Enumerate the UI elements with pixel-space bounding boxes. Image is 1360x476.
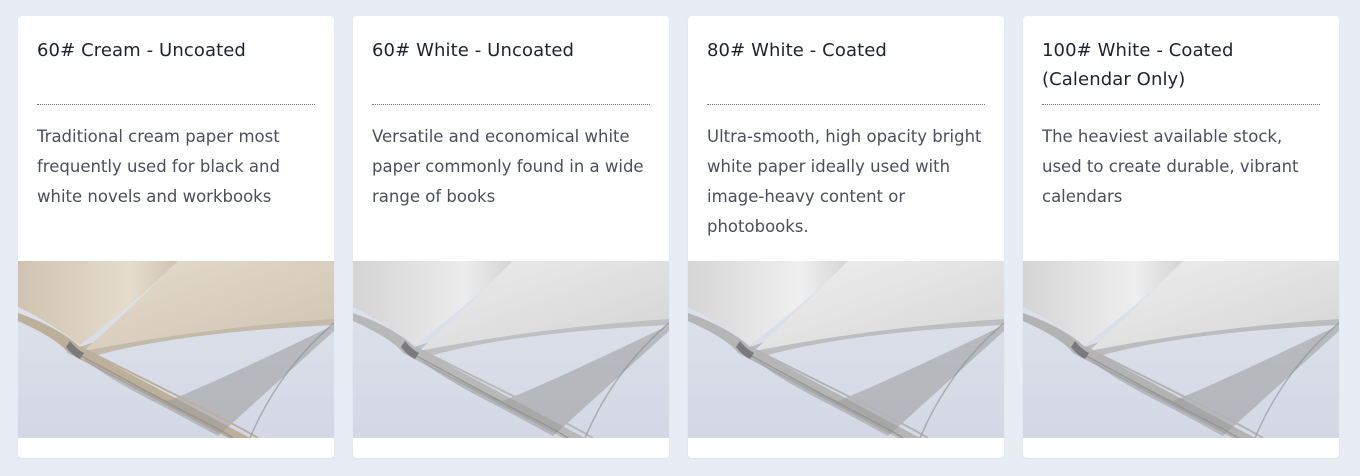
card-description: Traditional cream paper most frequently … — [37, 127, 280, 206]
paper-card-100-white-coated[interactable]: 100# White - Coated (Calendar Only) The … — [1023, 16, 1339, 458]
open-book-image — [1023, 261, 1339, 438]
open-book-image — [18, 261, 334, 438]
paper-card-60-cream[interactable]: 60# Cream - Uncoated Traditional cream p… — [18, 16, 334, 458]
paper-card-80-white-coated[interactable]: 80# White - Coated Ultra-smooth, high op… — [688, 16, 1004, 458]
card-divider — [1042, 104, 1320, 105]
open-book-image — [353, 261, 669, 438]
card-title: 60# Cream - Uncoated — [37, 40, 246, 61]
card-description: Versatile and economical white paper com… — [372, 127, 644, 206]
card-divider — [707, 104, 985, 105]
card-description: The heaviest available stock, used to cr… — [1042, 127, 1299, 206]
card-divider — [37, 104, 315, 105]
open-book-image — [688, 261, 1004, 438]
card-description: Ultra-smooth, high opacity bright white … — [707, 127, 982, 236]
card-title: 80# White - Coated — [707, 40, 887, 61]
paper-card-60-white[interactable]: 60# White - Uncoated Versatile and econo… — [353, 16, 669, 458]
card-title: 60# White - Uncoated — [372, 40, 575, 61]
card-title: 100# White - Coated (Calendar Only) — [1042, 40, 1234, 90]
paper-options-grid: 60# Cream - Uncoated Traditional cream p… — [18, 16, 1340, 458]
card-divider — [372, 104, 650, 105]
